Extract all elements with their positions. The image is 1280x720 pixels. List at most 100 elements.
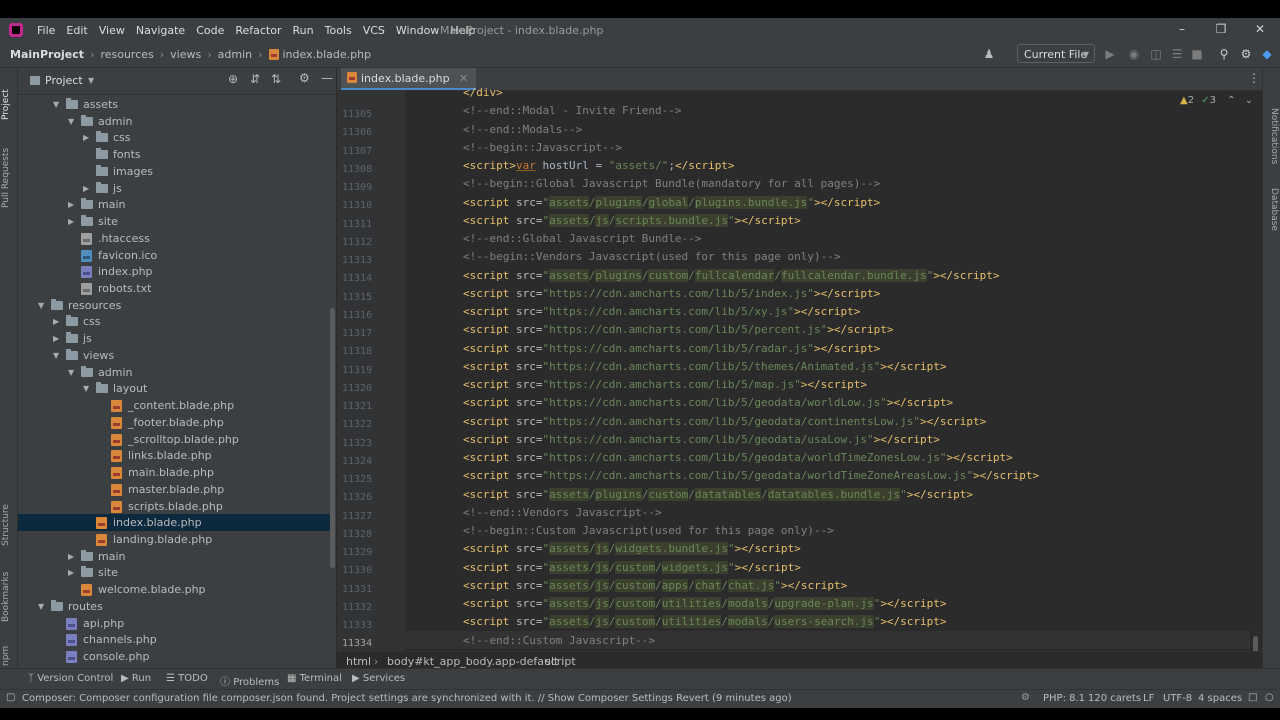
tool-structure[interactable]: Structure xyxy=(1,504,11,546)
code-line[interactable]: <script src="assets/js/custom/utilities/… xyxy=(463,597,947,610)
code-line[interactable]: <script src="https://cdn.amcharts.com/li… xyxy=(463,378,867,391)
code-line[interactable]: <!--begin::Javascript--> xyxy=(463,141,622,154)
menu-tools[interactable]: Tools xyxy=(325,24,352,37)
tree-folder[interactable]: ▶ css xyxy=(18,313,334,330)
debug-icon[interactable]: ◉ xyxy=(1127,47,1141,61)
breadcrumb-item[interactable]: index.blade.php xyxy=(283,48,372,61)
menu-run[interactable]: Run xyxy=(293,24,314,37)
tree-folder[interactable]: ▼ views xyxy=(18,347,334,364)
editor-crumb[interactable]: script xyxy=(545,655,576,668)
code-line[interactable]: <script src="assets/plugins/custom/fullc… xyxy=(463,268,1000,282)
inspection-widget[interactable]: ▲2 ✓3 ⌃ ⌄ xyxy=(1180,95,1253,106)
breadcrumb-item[interactable]: views xyxy=(170,48,201,61)
gear-icon[interactable]: ⚙ xyxy=(1021,692,1030,703)
tool-problems[interactable]: ⓘ Problems xyxy=(220,673,279,688)
breadcrumb-item[interactable]: resources xyxy=(100,48,153,61)
tree-folder[interactable]: images xyxy=(18,163,334,180)
chevron-down-icon[interactable]: ▼ xyxy=(68,364,76,381)
tree-file[interactable]: robots.txt xyxy=(18,280,334,297)
chevron-right-icon[interactable]: ▶ xyxy=(83,180,91,197)
breadcrumb-item[interactable]: MainProject xyxy=(10,48,84,61)
tree-file[interactable]: master.blade.php xyxy=(18,481,334,498)
tree-file[interactable]: index.blade.php xyxy=(18,514,334,532)
profile-icon[interactable]: ☰ xyxy=(1170,47,1184,61)
code-line[interactable]: <!--end::Modal - Invite Friend--> xyxy=(463,104,682,117)
menu-view[interactable]: View xyxy=(99,24,125,37)
gear-icon[interactable]: ⚙ xyxy=(1239,47,1253,61)
code-line[interactable]: <script src="assets/plugins/custom/datat… xyxy=(463,487,973,501)
code-line[interactable]: <script src="https://cdn.amcharts.com/li… xyxy=(463,342,880,355)
tree-folder[interactable]: ▼ admin xyxy=(18,364,334,381)
locate-icon[interactable]: ⊕ xyxy=(228,72,238,86)
code-line[interactable]: <script src="https://cdn.amcharts.com/li… xyxy=(463,433,940,446)
collapse-all-icon[interactable]: ⇅ xyxy=(271,72,281,86)
menu-refactor[interactable]: Refactor xyxy=(235,24,281,37)
tree-folder[interactable]: ▼ resources xyxy=(18,297,334,314)
code-line[interactable]: <script src="assets/plugins/global/plugi… xyxy=(463,195,880,209)
chevron-down-icon[interactable]: ⌄ xyxy=(1245,95,1253,106)
breadcrumb-item[interactable]: admin xyxy=(218,48,252,61)
code-line[interactable]: <!--end::Custom Javascript--> xyxy=(463,634,655,647)
gear-icon[interactable]: ⚙ xyxy=(299,71,310,85)
chevron-down-icon[interactable]: ▼ xyxy=(53,96,61,113)
php-version[interactable]: PHP: 8.1 xyxy=(1043,693,1085,704)
lock-icon[interactable]: □ xyxy=(1248,692,1257,703)
code-line[interactable]: <!--end::Modals--> xyxy=(463,123,582,136)
tool-database[interactable]: Database xyxy=(1269,188,1279,231)
coverage-icon[interactable]: ◫ xyxy=(1149,47,1163,61)
menu-window[interactable]: Window xyxy=(396,24,439,37)
close-icon[interactable]: ✕ xyxy=(1250,22,1270,38)
tree-file[interactable]: landing.blade.php xyxy=(18,531,334,548)
code-line[interactable]: <script src="assets/js/custom/widgets.js… xyxy=(463,560,801,574)
expand-all-icon[interactable]: ⇵ xyxy=(250,72,260,86)
chevron-right-icon[interactable]: ▶ xyxy=(68,548,76,565)
tree-file[interactable]: _scrolltop.blade.php xyxy=(18,431,334,448)
tree-folder[interactable]: ▶ js xyxy=(18,180,334,197)
code-line[interactable]: <script src="assets/js/custom/apps/chat/… xyxy=(463,578,847,592)
run-config-select[interactable]: Current File ▼ xyxy=(1017,44,1095,63)
tool-version-control[interactable]: ᛉ Version Control xyxy=(28,673,113,684)
tree-folder[interactable]: ▼ layout xyxy=(18,380,334,397)
code-line[interactable]: </div> xyxy=(463,86,503,99)
tree-file[interactable]: index.php xyxy=(18,263,334,280)
tree-folder[interactable]: ▼ admin xyxy=(18,113,334,130)
status-message[interactable]: Composer: Composer configuration file co… xyxy=(22,693,792,704)
code-line[interactable]: <script src="https://cdn.amcharts.com/li… xyxy=(463,305,860,318)
code-line[interactable]: <script src="https://cdn.amcharts.com/li… xyxy=(463,287,880,300)
menu-file[interactable]: File xyxy=(37,24,55,37)
code-line[interactable]: <script src="https://cdn.amcharts.com/li… xyxy=(463,323,894,336)
chevron-right-icon[interactable]: ▶ xyxy=(68,213,76,230)
stop-icon[interactable]: ■ xyxy=(1190,47,1204,61)
tree-scrollbar[interactable] xyxy=(330,308,335,568)
tool-pull-requests[interactable]: Pull Requests xyxy=(1,148,11,208)
close-icon[interactable]: ✕ xyxy=(459,72,468,85)
tree-file[interactable]: _content.blade.php xyxy=(18,397,334,414)
chevron-up-icon[interactable]: ⌃ xyxy=(1227,95,1235,106)
chevron-right-icon[interactable]: ▶ xyxy=(83,129,91,146)
status-toggle-icon[interactable]: ▢ xyxy=(6,692,15,703)
chevron-down-icon[interactable]: ▼ xyxy=(53,347,61,364)
chevron-down-icon[interactable]: ▼ xyxy=(68,113,76,130)
tool-run[interactable]: ▶ Run xyxy=(121,673,151,684)
code-line[interactable]: <script src="https://cdn.amcharts.com/li… xyxy=(463,469,1039,482)
tree-file[interactable]: .htaccess xyxy=(18,230,334,247)
code-line[interactable]: <!--end::Global Javascript Bundle--> xyxy=(463,232,701,245)
tree-file[interactable]: welcome.blade.php xyxy=(18,581,334,598)
tree-folder[interactable]: fonts xyxy=(18,146,334,163)
tab-index-blade[interactable]: index.blade.php ✕ xyxy=(341,68,477,90)
chevron-right-icon[interactable]: ▶ xyxy=(53,330,61,347)
tree-folder[interactable]: ▶ site xyxy=(18,213,334,230)
editor-crumb[interactable]: html xyxy=(346,655,371,668)
code-line[interactable]: <script>var hostUrl = "assets/";</script… xyxy=(463,159,735,172)
tool-npm[interactable]: npm xyxy=(1,646,11,666)
tree-folder[interactable]: ▼ assets xyxy=(18,96,334,113)
tool-services[interactable]: ▶ Services xyxy=(352,673,405,684)
code-line[interactable]: <!--begin::Global Javascript Bundle(mand… xyxy=(463,177,880,190)
chevron-down-icon[interactable]: ▼ xyxy=(88,76,94,85)
chevron-right-icon[interactable]: ▶ xyxy=(68,196,76,213)
search-icon[interactable]: ⚲ xyxy=(1217,47,1231,61)
run-icon[interactable]: ▶ xyxy=(1103,47,1117,61)
chevron-right-icon[interactable]: ▶ xyxy=(68,564,76,581)
chevron-down-icon[interactable]: ▼ xyxy=(38,598,46,615)
tool-project[interactable]: Project xyxy=(1,89,11,120)
